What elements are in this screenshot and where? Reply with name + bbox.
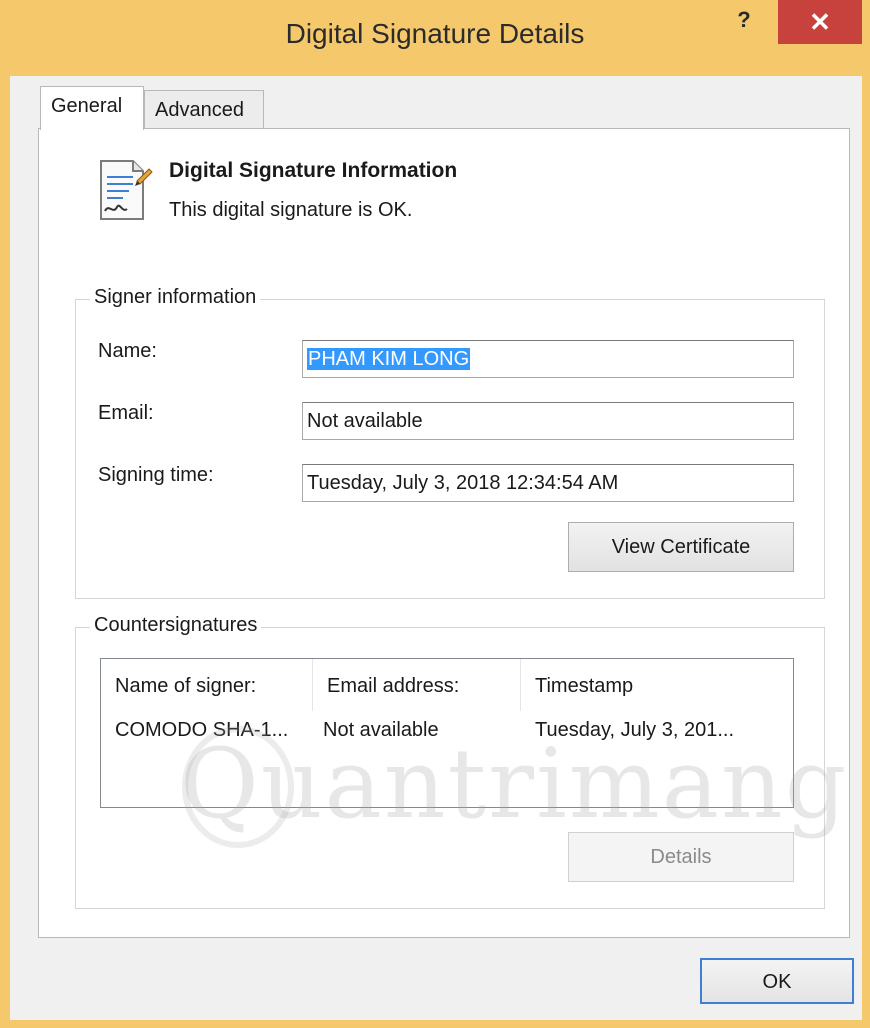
name-field[interactable]: PHAM KIM LONG: [302, 340, 794, 378]
signature-status-text: This digital signature is OK.: [169, 199, 413, 221]
row-timestamp: Tuesday, July 3, 201...: [535, 719, 734, 741]
signer-information-legend: Signer information: [90, 286, 261, 309]
name-field-value: PHAM KIM LONG: [307, 348, 471, 370]
tab-advanced[interactable]: Advanced: [144, 90, 264, 128]
ok-button[interactable]: OK: [700, 958, 854, 1004]
signing-time-label: Signing time:: [98, 464, 214, 486]
list-header: Name of signer: Email address: Timestamp: [101, 659, 793, 711]
signature-info-heading: Digital Signature Information: [169, 159, 458, 182]
email-field[interactable]: Not available: [302, 402, 794, 440]
countersignatures-group: Countersignatures Name of signer: Email …: [75, 614, 825, 909]
row-email: Not available: [323, 719, 439, 741]
dialog-window: Digital Signature Details ? ✕ General Ad…: [0, 0, 870, 1028]
email-label: Email:: [98, 402, 154, 424]
countersignatures-list[interactable]: Name of signer: Email address: Timestamp…: [100, 658, 794, 808]
signing-time-field[interactable]: Tuesday, July 3, 2018 12:34:54 AM: [302, 464, 794, 502]
signer-information-group: Signer information Name: PHAM KIM LONG E…: [75, 286, 825, 599]
view-certificate-button[interactable]: View Certificate: [568, 522, 794, 572]
column-header-email[interactable]: Email address:: [313, 659, 521, 711]
name-label: Name:: [98, 340, 157, 362]
column-header-timestamp[interactable]: Timestamp: [521, 659, 793, 711]
signed-document-icon: [100, 160, 153, 220]
details-button[interactable]: Details: [568, 832, 794, 882]
close-button[interactable]: ✕: [778, 0, 862, 44]
column-header-name[interactable]: Name of signer:: [101, 659, 313, 711]
close-icon: ✕: [809, 7, 831, 37]
dialog-client-area: General Advanced Digital Signature Infor…: [10, 76, 862, 1020]
help-button[interactable]: ?: [718, 0, 770, 44]
row-signer-name: COMODO SHA-1...: [115, 719, 289, 741]
title-bar[interactable]: Digital Signature Details ? ✕: [0, 0, 870, 80]
tab-general[interactable]: General: [40, 86, 144, 130]
general-tab-panel: Digital Signature Information This digit…: [38, 128, 850, 938]
countersignatures-legend: Countersignatures: [90, 614, 262, 637]
